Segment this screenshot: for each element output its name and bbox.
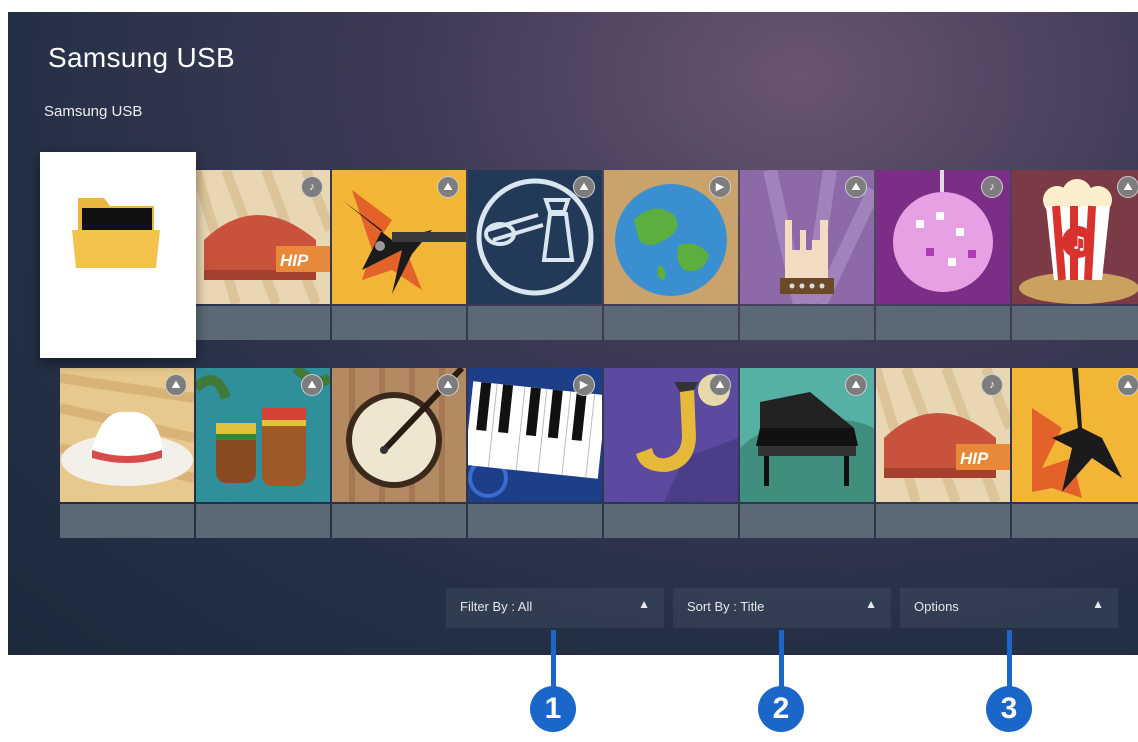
callout-line [779,630,784,690]
tile-caption [604,306,738,340]
content-tile[interactable]: ♫ ⛰ [1012,170,1138,342]
options-button[interactable]: Options ▲ [900,588,1118,628]
svg-text:HIP: HIP [960,449,989,468]
photo-icon: ⛰ [301,374,323,396]
photo-icon: ⛰ [165,374,187,396]
tile-caption [604,504,738,538]
tile-caption [60,504,194,538]
photo-icon: ⛰ [437,374,459,396]
video-icon: ▶ [573,374,595,396]
tile-caption [468,306,602,340]
music-note-icon: ♪ [981,176,1003,198]
breadcrumb[interactable]: Samsung USB [44,103,142,120]
content-tile[interactable]: ▶ [604,170,739,342]
photo-icon: ⛰ [1117,374,1138,396]
arrow-up-icon: ▲ [865,597,877,611]
video-icon: ▶ [709,176,731,198]
callout-line [1007,630,1012,690]
arrow-up-icon: ▲ [638,597,650,611]
content-tile[interactable]: HIP ♪ [196,170,331,342]
sort-by-label: Sort By : Title [687,599,765,614]
options-label: Options [914,599,959,614]
callout-line [551,630,556,690]
svg-text:♫: ♫ [1071,233,1087,254]
arrow-up-icon: ▲ [1092,597,1104,611]
tile-caption [332,504,466,538]
folder-icon [72,198,160,268]
content-tile[interactable]: ⛰ [1012,368,1138,540]
photo-icon: ⛰ [709,374,731,396]
content-tile[interactable]: HIP ♪ [876,368,1011,540]
tv-screen: Samsung USB Samsung USB HIP ♪ ⛰ ⛰ ▶ ⛰ ♪ … [8,12,1138,655]
content-tile[interactable]: ⛰ [468,170,603,342]
svg-text:HIP: HIP [280,251,309,270]
tile-caption [196,306,330,340]
tile-caption [1012,306,1138,340]
content-row-1: HIP ♪ ⛰ ⛰ ▶ ⛰ ♪ ♫ ⛰ [196,170,1138,342]
folder-tile[interactable] [40,152,196,358]
content-row-2: ⛰ ⛰ ⛰ ▶ ⛰ ⛰ HIP ♪ ⛰ [60,368,1138,540]
tile-caption [740,306,874,340]
tile-caption [740,504,874,538]
photo-icon: ⛰ [845,374,867,396]
photo-icon: ⛰ [845,176,867,198]
music-note-icon: ♪ [981,374,1003,396]
tile-caption [876,306,1010,340]
callout-1: 1 [530,686,576,732]
content-tile[interactable]: ⛰ [332,368,467,540]
tile-caption [468,504,602,538]
callout-2: 2 [758,686,804,732]
content-tile[interactable]: ⛰ [740,170,875,342]
tile-caption [196,504,330,538]
sort-by-button[interactable]: Sort By : Title ▲ [673,588,891,628]
content-tile[interactable]: ⛰ [604,368,739,540]
tile-caption [876,504,1010,538]
photo-icon: ⛰ [437,176,459,198]
photo-icon: ⛰ [573,176,595,198]
content-tile[interactable]: ⛰ [196,368,331,540]
callout-3: 3 [986,686,1032,732]
content-tile[interactable]: ♪ [876,170,1011,342]
filter-by-button[interactable]: Filter By : All ▲ [446,588,664,628]
content-tile[interactable]: ⛰ [332,170,467,342]
tile-caption [1012,504,1138,538]
content-tile[interactable]: ▶ [468,368,603,540]
tile-caption [332,306,466,340]
photo-icon: ⛰ [1117,176,1138,198]
screen-title: Samsung USB [48,42,235,73]
music-note-icon: ♪ [301,176,323,198]
filter-by-label: Filter By : All [460,599,533,614]
content-tile[interactable]: ⛰ [60,368,195,540]
content-tile[interactable]: ⛰ [740,368,875,540]
